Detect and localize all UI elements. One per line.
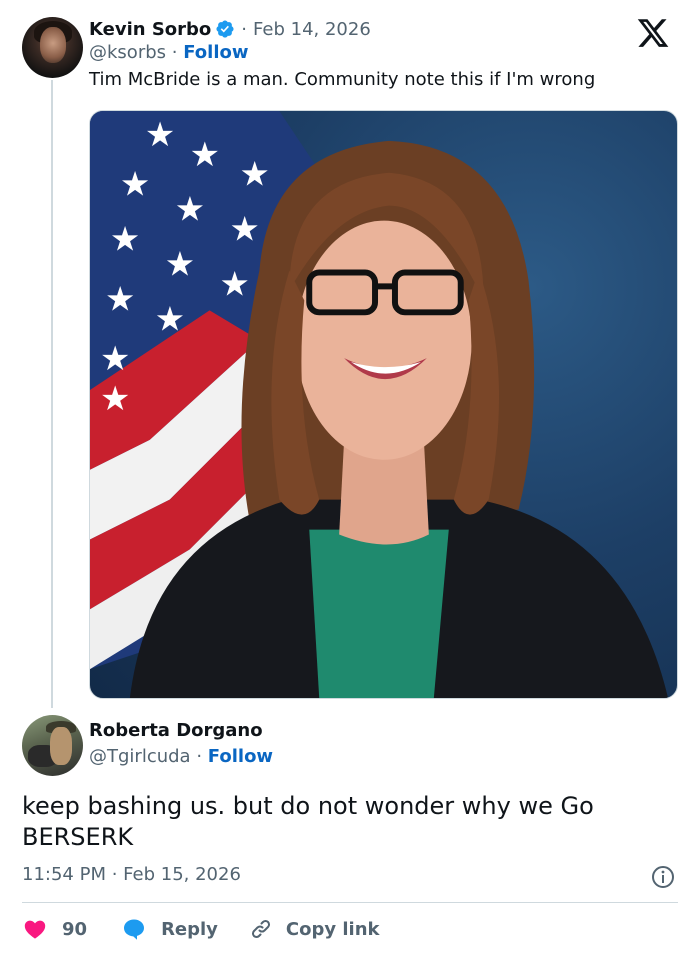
svg-text:★: ★ [220, 264, 250, 303]
portrait-illustration: ★ ★ ★ ★ ★ ★ ★ ★ ★ ★ ★ ★ ★ [90, 111, 669, 698]
reply-author-name[interactable]: Roberta Dorgano [89, 720, 263, 741]
follow-button[interactable]: Follow [183, 42, 248, 63]
reply-label: Reply [161, 918, 218, 940]
svg-text:★: ★ [175, 190, 205, 229]
avatar[interactable] [22, 17, 83, 78]
divider [22, 902, 678, 903]
reply-timestamp[interactable]: 11:54 PM · Feb 15, 2026 [22, 864, 241, 885]
svg-text:★: ★ [239, 155, 269, 194]
heart-icon [24, 920, 46, 939]
follow-button[interactable]: Follow [208, 746, 273, 767]
action-bar: 90 Reply Copy link [22, 914, 380, 944]
svg-text:★: ★ [230, 210, 260, 249]
svg-text:★: ★ [190, 135, 220, 174]
thread-line [51, 80, 53, 708]
like-button[interactable]: 90 [22, 917, 87, 941]
tweet-date[interactable]: Feb 14, 2026 [253, 19, 371, 40]
svg-text:★: ★ [100, 339, 130, 378]
handle-line: @ksorbs · Follow [89, 42, 249, 63]
author-name[interactable]: Kevin Sorbo [89, 19, 211, 40]
tweet-header: Kevin Sorbo · Feb 14, 2026 [89, 16, 371, 42]
svg-text:★: ★ [165, 244, 195, 283]
svg-text:★: ★ [145, 115, 175, 154]
info-icon[interactable] [651, 865, 675, 889]
tweet-text: Tim McBride is a man. Community note thi… [89, 69, 596, 90]
copy-link-button[interactable]: Copy link [248, 917, 380, 941]
tweet-photo[interactable]: ★ ★ ★ ★ ★ ★ ★ ★ ★ ★ ★ ★ ★ [89, 110, 678, 699]
svg-text:★: ★ [105, 279, 135, 318]
avatar-face [40, 27, 66, 63]
svg-text:★: ★ [110, 220, 140, 259]
svg-text:★: ★ [120, 165, 150, 204]
svg-text:★: ★ [100, 379, 130, 418]
reply-text: keep bashing us. but do not wonder why w… [22, 792, 594, 851]
separator: · [196, 746, 203, 767]
like-count: 90 [62, 918, 88, 940]
avatar-person [50, 727, 72, 765]
link-icon [251, 919, 270, 939]
handle-line: @Tgirlcuda · Follow [89, 746, 273, 767]
speech-bubble-icon [124, 919, 145, 940]
x-logo-icon[interactable] [633, 16, 673, 50]
separator: · [241, 18, 248, 40]
svg-text:★: ★ [155, 299, 185, 338]
verified-badge-icon [216, 20, 234, 38]
separator: · [171, 42, 178, 63]
reply-author-handle[interactable]: @Tgirlcuda [89, 746, 191, 767]
copy-link-label: Copy link [285, 918, 380, 940]
avatar[interactable] [22, 715, 83, 776]
author-handle[interactable]: @ksorbs [89, 42, 166, 63]
reply-button[interactable]: Reply [121, 917, 218, 941]
